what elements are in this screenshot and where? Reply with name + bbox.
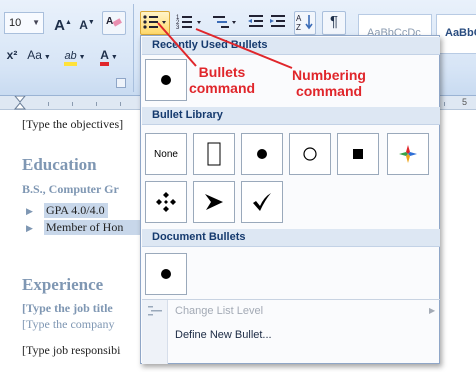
annotation-arrows xyxy=(157,22,293,69)
numbering-command-callout: Numbering command xyxy=(292,67,366,99)
numbering-callout-arrow xyxy=(195,28,293,69)
bullets-command-callout: Bullets command xyxy=(188,64,256,96)
word-window: 10 ▼ A▲ A▼ A 1 2 3 A Z ¶ AaBbCcDc AaBb x… xyxy=(0,0,476,372)
bullets-callout-arrow xyxy=(157,22,197,67)
